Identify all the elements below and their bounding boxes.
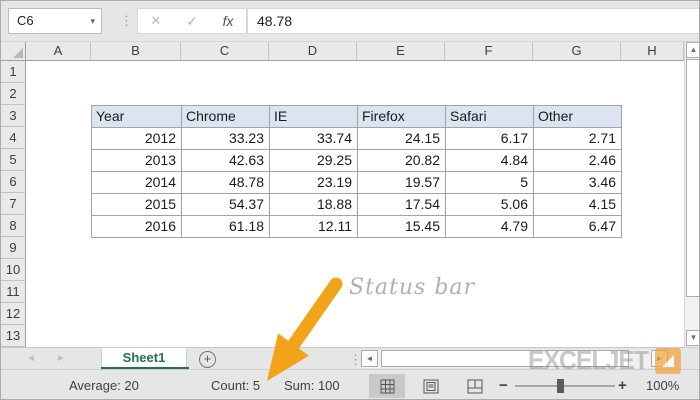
row-header-11[interactable]: 11 bbox=[1, 281, 26, 303]
cell-E5[interactable]: 20.82 bbox=[358, 150, 446, 172]
vertical-scrollbar-thumb[interactable] bbox=[686, 59, 699, 297]
scroll-up-icon[interactable]: ▲ bbox=[686, 42, 699, 58]
status-average: Average: 20 bbox=[69, 378, 139, 393]
cell-C7[interactable]: 54.37 bbox=[182, 194, 270, 216]
view-page-break-button[interactable] bbox=[459, 374, 491, 398]
tab-nav-left-icon[interactable]: ◄ bbox=[26, 353, 36, 364]
row-header-13[interactable]: 13 bbox=[1, 325, 26, 347]
row-header-1[interactable]: 1 bbox=[1, 61, 26, 83]
cell-G8[interactable]: 6.47 bbox=[534, 216, 622, 238]
separator-dots-icon: ⋮ bbox=[120, 13, 133, 28]
row-header-2[interactable]: 2 bbox=[1, 83, 26, 105]
cell-E7[interactable]: 17.54 bbox=[358, 194, 446, 216]
view-page-layout-button[interactable] bbox=[415, 374, 447, 398]
row-header-4[interactable]: 4 bbox=[1, 127, 26, 149]
data-table: Year Chrome IE Firefox Safari Other 2012 33.23 3… bbox=[91, 105, 622, 238]
normal-view-grid-icon bbox=[380, 379, 394, 393]
scroll-left-icon[interactable]: ◄ bbox=[361, 350, 378, 367]
cell-F3-header-safari[interactable]: Safari bbox=[446, 106, 534, 128]
cell-C8[interactable]: 61.18 bbox=[182, 216, 270, 238]
cell-C4[interactable]: 33.23 bbox=[182, 128, 270, 150]
cell-D6[interactable]: 23.19 bbox=[270, 172, 358, 194]
status-count: Count: 5 bbox=[211, 378, 261, 393]
name-box[interactable]: C6 ▾ bbox=[8, 8, 102, 34]
cell-G3-header-other[interactable]: Other bbox=[534, 106, 622, 128]
row-header-8[interactable]: 8 bbox=[1, 215, 26, 237]
status-sum: Sum: 100 bbox=[284, 378, 340, 393]
cell-F7[interactable]: 5.06 bbox=[446, 194, 534, 216]
column-header-G[interactable]: G bbox=[533, 42, 621, 61]
zoom-out-icon[interactable]: − bbox=[499, 370, 508, 399]
cell-B3-header-year[interactable]: Year bbox=[92, 106, 182, 128]
exceljet-watermark-text: EXCELJET bbox=[528, 345, 649, 375]
name-box-value: C6 bbox=[17, 13, 34, 28]
column-header-C[interactable]: C bbox=[181, 42, 269, 61]
cell-C3-header-chrome[interactable]: Chrome bbox=[182, 106, 270, 128]
name-box-dropdown-icon[interactable]: ▾ bbox=[90, 9, 95, 33]
row-headers: 1 2 3 4 5 6 7 8 9 10 11 12 13 bbox=[1, 61, 26, 347]
cell-D5[interactable]: 29.25 bbox=[270, 150, 358, 172]
cell-D4[interactable]: 33.74 bbox=[270, 128, 358, 150]
formula-input[interactable]: 48.78 bbox=[247, 8, 699, 34]
annotation-status-bar-label: Status bar bbox=[349, 275, 476, 300]
view-normal-button[interactable] bbox=[369, 374, 405, 398]
column-header-E[interactable]: E bbox=[357, 42, 445, 61]
cancel-icon[interactable]: ✕ bbox=[150, 13, 161, 29]
row-header-6[interactable]: 6 bbox=[1, 171, 26, 193]
cell-B8[interactable]: 2016 bbox=[92, 216, 182, 238]
formula-bar-row: C6 ▾ ⋮ ✕ ✓ fx 48.78 bbox=[1, 1, 699, 42]
cell-D3-header-ie[interactable]: IE bbox=[270, 106, 358, 128]
cell-B7[interactable]: 2015 bbox=[92, 194, 182, 216]
exceljet-logo-icon bbox=[655, 347, 682, 374]
column-header-F[interactable]: F bbox=[445, 42, 533, 61]
page-layout-icon bbox=[423, 379, 439, 393]
cell-C5[interactable]: 42.63 bbox=[182, 150, 270, 172]
cell-B6[interactable]: 2014 bbox=[92, 172, 182, 194]
cell-E3-header-firefox[interactable]: Firefox bbox=[358, 106, 446, 128]
cell-G5[interactable]: 2.46 bbox=[534, 150, 622, 172]
row-header-7[interactable]: 7 bbox=[1, 193, 26, 215]
cell-E6[interactable]: 19.57 bbox=[358, 172, 446, 194]
cell-F6[interactable]: 5 bbox=[446, 172, 534, 194]
cell-G7[interactable]: 4.15 bbox=[534, 194, 622, 216]
cell-E8[interactable]: 15.45 bbox=[358, 216, 446, 238]
cell-D8[interactable]: 12.11 bbox=[270, 216, 358, 238]
scroll-down-icon[interactable]: ▼ bbox=[686, 330, 699, 346]
cell-D7[interactable]: 18.88 bbox=[270, 194, 358, 216]
insert-function-icon[interactable]: fx bbox=[223, 13, 234, 29]
cell-G6[interactable]: 3.46 bbox=[534, 172, 622, 194]
select-all-triangle-icon bbox=[13, 48, 23, 58]
row-header-3[interactable]: 3 bbox=[1, 105, 26, 127]
formula-bar-buttons: ✕ ✓ fx bbox=[137, 8, 247, 34]
column-headers: ABCDEFGH bbox=[1, 42, 684, 61]
cell-C6[interactable]: 48.78 bbox=[182, 172, 270, 194]
cell-F8[interactable]: 4.79 bbox=[446, 216, 534, 238]
select-all-button[interactable] bbox=[1, 42, 26, 61]
column-header-H[interactable]: H bbox=[621, 42, 684, 61]
tab-sheet1-label: Sheet1 bbox=[122, 350, 166, 365]
row-header-10[interactable]: 10 bbox=[1, 259, 26, 281]
row-header-9[interactable]: 9 bbox=[1, 237, 26, 259]
cell-B5[interactable]: 2013 bbox=[92, 150, 182, 172]
cell-B4[interactable]: 2012 bbox=[92, 128, 182, 150]
vertical-scrollbar[interactable]: ▲ ▼ bbox=[684, 42, 699, 347]
tab-sheet1[interactable]: Sheet1 bbox=[101, 348, 189, 370]
column-header-A[interactable]: A bbox=[26, 42, 91, 61]
column-header-B[interactable]: B bbox=[91, 42, 181, 61]
enter-icon[interactable]: ✓ bbox=[186, 13, 198, 30]
page-break-preview-icon bbox=[467, 379, 483, 393]
cell-G4[interactable]: 2.71 bbox=[534, 128, 622, 150]
add-sheet-button[interactable]: + bbox=[199, 351, 216, 368]
column-header-D[interactable]: D bbox=[269, 42, 357, 61]
zoom-slider-handle[interactable] bbox=[557, 379, 564, 393]
cell-F4[interactable]: 6.17 bbox=[446, 128, 534, 150]
exceljet-watermark: EXCELJET bbox=[528, 345, 682, 376]
tab-nav-right-icon[interactable]: ► bbox=[56, 353, 66, 364]
row-header-5[interactable]: 5 bbox=[1, 149, 26, 171]
row-header-12[interactable]: 12 bbox=[1, 303, 26, 325]
excel-window: C6 ▾ ⋮ ✕ ✓ fx 48.78 ABCDEFGH 1 2 3 4 5 6 7 8 9 10… bbox=[0, 0, 700, 400]
cell-E4[interactable]: 24.15 bbox=[358, 128, 446, 150]
zoom-slider-track[interactable] bbox=[515, 385, 615, 387]
cell-F5[interactable]: 4.84 bbox=[446, 150, 534, 172]
